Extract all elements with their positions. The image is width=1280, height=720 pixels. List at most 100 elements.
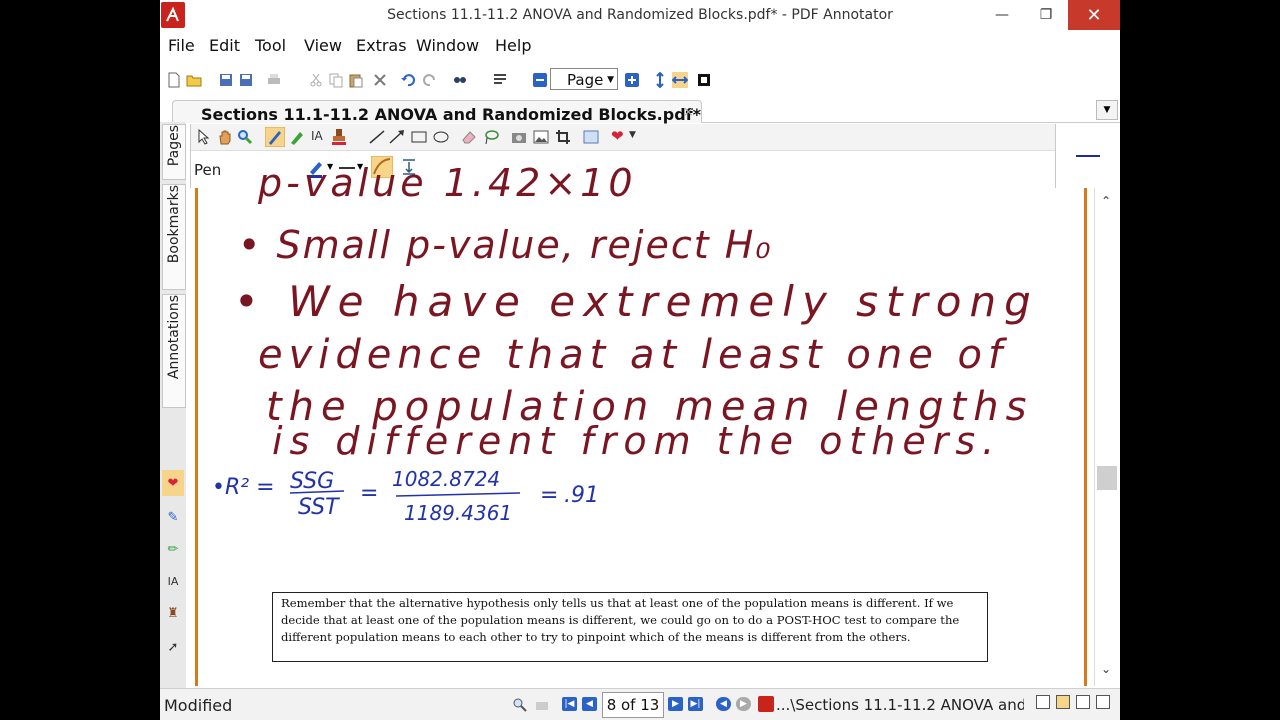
favorite-pen-icon[interactable]: ✎: [162, 504, 184, 530]
tab-close-icon[interactable]: ×: [683, 105, 694, 120]
pen-tool-icon[interactable]: [265, 127, 285, 147]
chevron-down-icon[interactable]: ▼: [357, 162, 363, 171]
line-tool-icon[interactable]: [369, 130, 385, 144]
scroll-down-icon[interactable]: ⌄: [1101, 662, 1111, 676]
two-page-view-icon[interactable]: [1076, 695, 1090, 709]
sidebar-tab-annotations-label: Annotations: [166, 295, 182, 380]
sidebar-tab-pages[interactable]: Pages: [162, 124, 186, 180]
document-tab-strip: Sections 11.1-11.2 ANOVA and Randomized …: [160, 98, 1120, 124]
sidebar-tab-annotations[interactable]: Annotations: [162, 294, 186, 408]
left-sidebar: Pages Bookmarks Annotations ❤ ✎ ✏ IA ♜ ➚: [160, 122, 186, 688]
rectangle-tool-icon[interactable]: [411, 130, 427, 144]
stamp-tool-icon[interactable]: [331, 128, 347, 146]
zoom-out-icon[interactable]: [532, 72, 548, 88]
menu-edit[interactable]: Edit: [209, 36, 240, 55]
camera-tool-icon[interactable]: [511, 129, 527, 145]
select-pointer-icon[interactable]: [197, 129, 211, 145]
close-icon: ✕: [1086, 4, 1102, 26]
window-title: Sections 11.1-11.2 ANOVA and Randomized …: [387, 7, 893, 23]
menu-view[interactable]: View: [304, 36, 342, 55]
menu-window[interactable]: Window: [416, 36, 479, 55]
menu-extras[interactable]: Extras: [356, 36, 407, 55]
new-document-icon[interactable]: [166, 72, 182, 88]
forward-button[interactable]: ▶: [736, 697, 751, 711]
chevron-down-icon[interactable]: ▼: [629, 130, 636, 140]
redo-icon[interactable]: [422, 72, 438, 88]
highlighter-tool-icon[interactable]: [289, 129, 305, 145]
restore-button[interactable]: ❐: [1024, 0, 1068, 30]
scroll-up-icon[interactable]: ⌃: [1101, 194, 1111, 208]
lasso-tool-icon[interactable]: [483, 129, 499, 145]
minimize-icon: —: [995, 7, 1009, 23]
text-tool-icon[interactable]: IA: [311, 129, 323, 143]
image-tool-icon[interactable]: [533, 129, 549, 145]
paste-icon[interactable]: [348, 72, 364, 88]
menu-file[interactable]: File: [168, 36, 195, 55]
document-tab-label: Sections 11.1-11.2 ANOVA and Randomized …: [201, 105, 701, 124]
ellipse-tool-icon[interactable]: [433, 130, 449, 144]
continuous-view-icon[interactable]: [1056, 695, 1070, 709]
minimize-button[interactable]: —: [980, 0, 1024, 30]
fit-width-icon[interactable]: [672, 72, 688, 88]
insert-page-icon[interactable]: [583, 129, 599, 145]
zoom-tools-icon[interactable]: [512, 697, 528, 713]
full-screen-icon[interactable]: [696, 72, 712, 88]
next-page-button[interactable]: ▶: [668, 697, 683, 711]
favorite-highlighter-icon[interactable]: ✏: [162, 536, 184, 562]
main-toolbar: Page ▼: [160, 64, 1120, 96]
page-indicator[interactable]: 8 of 13: [602, 692, 664, 718]
sidebar-tab-pages-label: Pages: [166, 125, 182, 167]
vertical-scrollbar[interactable]: ⌃ ⌄: [1094, 188, 1119, 686]
fit-height-icon[interactable]: [652, 72, 668, 88]
save-all-icon[interactable]: [238, 72, 254, 88]
find-icon[interactable]: [452, 72, 468, 88]
close-button[interactable]: ✕: [1068, 0, 1120, 30]
eraser-tool-icon[interactable]: [461, 129, 477, 145]
arrow-tool-icon[interactable]: [389, 130, 405, 144]
undo-icon[interactable]: [400, 72, 416, 88]
pen-color-icon[interactable]: [307, 160, 325, 178]
page-mode-select[interactable]: Page ▼: [550, 68, 618, 90]
menu-help[interactable]: Help: [495, 36, 531, 55]
tab-list-dropdown[interactable]: ▼: [1096, 100, 1118, 120]
grid-view-icon[interactable]: [1096, 695, 1110, 709]
back-button[interactable]: ◀: [716, 697, 731, 711]
page-border-right: [1084, 188, 1087, 686]
zoom-tool-icon[interactable]: [237, 129, 253, 145]
page-mode-label: Page: [567, 71, 604, 89]
chevron-down-icon[interactable]: ▼: [327, 162, 333, 171]
menu-tool[interactable]: Tool: [255, 36, 286, 55]
single-page-view-icon[interactable]: [1036, 695, 1050, 709]
favorites-heart-icon[interactable]: ❤: [611, 127, 624, 145]
print-icon[interactable]: [266, 72, 282, 88]
panel-collapse-icon[interactable]: [1076, 155, 1100, 157]
copy-icon[interactable]: [328, 72, 344, 88]
chevron-down-icon: ▼: [1103, 105, 1111, 115]
cut-icon[interactable]: [308, 72, 324, 88]
page-layout-icon[interactable]: [492, 72, 508, 88]
file-path: ...\Sections 11.1-11.2 ANOVA and Randomi…: [776, 696, 1024, 714]
document-tab[interactable]: Sections 11.1-11.2 ANOVA and Randomized …: [172, 100, 702, 124]
smooth-stroke-icon[interactable]: [371, 156, 393, 178]
favorite-heart-icon[interactable]: ❤: [162, 470, 184, 496]
hand-tool-icon[interactable]: [217, 129, 233, 145]
first-page-button[interactable]: |◀: [562, 697, 577, 711]
zoom-in-icon[interactable]: [624, 72, 640, 88]
open-folder-icon[interactable]: [186, 72, 202, 88]
delete-icon[interactable]: [372, 72, 388, 88]
previous-page-button[interactable]: ◀: [582, 697, 597, 711]
restore-icon: ❐: [1039, 7, 1053, 23]
note-callout-box: Remember that the alternative hypothesis…: [272, 592, 988, 662]
status-bar: Modified |◀ ◀ 8 of 13 ▶ ▶| ◀ ▶ ...\Secti…: [160, 688, 1120, 720]
print-preview-icon[interactable]: [534, 697, 550, 713]
favorite-arrow-icon[interactable]: ➚: [162, 634, 184, 660]
straighten-icon[interactable]: [401, 158, 417, 176]
save-icon[interactable]: [218, 72, 234, 88]
last-page-button[interactable]: ▶|: [688, 697, 703, 711]
line-width-icon[interactable]: [339, 166, 355, 170]
favorite-text-icon[interactable]: IA: [162, 568, 184, 594]
favorite-stamp-icon[interactable]: ♜: [162, 600, 184, 626]
scroll-thumb[interactable]: [1097, 466, 1117, 490]
crop-tool-icon[interactable]: [555, 129, 571, 145]
sidebar-tab-bookmarks[interactable]: Bookmarks: [162, 184, 186, 290]
